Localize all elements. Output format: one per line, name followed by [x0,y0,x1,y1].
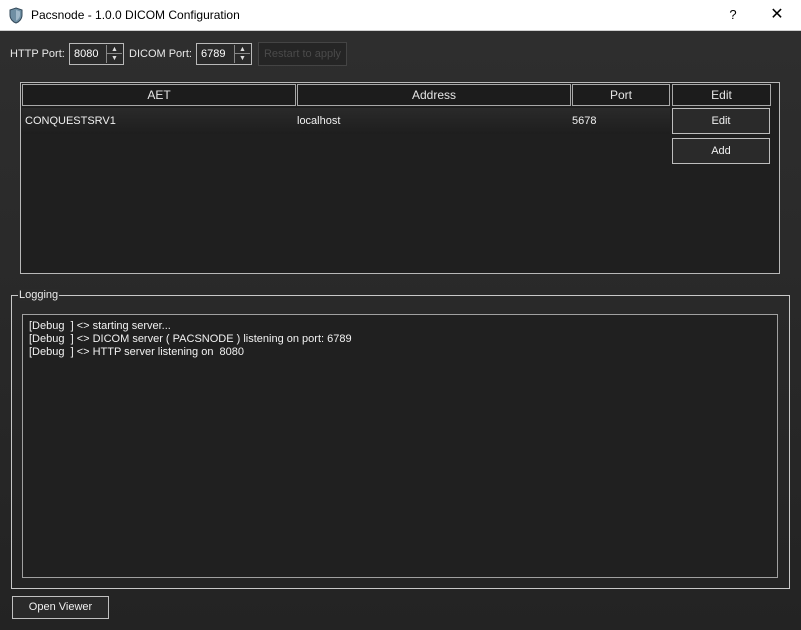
edit-node-button[interactable]: Edit [672,108,770,134]
open-viewer-button[interactable]: Open Viewer [12,596,109,619]
column-header-address[interactable]: Address [297,84,571,106]
dicom-port-stepper[interactable]: ▲ ▼ [234,45,250,63]
http-port-label: HTTP Port: [10,48,65,60]
add-node-button[interactable]: Add [672,138,770,164]
http-port-spinbox[interactable]: 8080 ▲ ▼ [69,43,124,65]
log-line: [Debug ] <> starting server... [29,320,171,332]
log-line: [Debug ] <> HTTP server listening on 808… [29,346,245,358]
logging-group-title: Logging [18,289,60,301]
close-button[interactable]: ✕ [765,5,789,25]
title-bar: Pacsnode - 1.0.0 DICOM Configuration ? ✕ [0,0,801,31]
column-header-edit[interactable]: Edit [672,84,771,106]
port-cell: 5678 [572,115,597,127]
address-cell: localhost [297,115,341,127]
column-header-port[interactable]: Port [572,84,670,106]
spin-down-icon[interactable]: ▼ [235,54,250,63]
table-row[interactable]: CONQUESTSRV1 localhost 5678 [22,108,670,134]
dicom-port-label: DICOM Port: [129,48,192,60]
log-line: [Debug ] <> DICOM server ( PACSNODE ) li… [29,333,352,345]
aet-cell: CONQUESTSRV1 [25,115,116,127]
http-port-value[interactable]: 8080 [74,48,98,60]
spin-up-icon[interactable]: ▲ [107,45,122,54]
dicom-nodes-table: AET Address Port Edit CONQUESTSRV1 local… [20,82,780,274]
shield-logo-icon [9,7,23,24]
help-button[interactable]: ? [722,5,744,25]
log-output[interactable]: [Debug ] <> starting server... [Debug ] … [22,314,778,578]
restart-to-apply-button[interactable]: Restart to apply [258,42,347,66]
column-header-aet[interactable]: AET [22,84,296,106]
spin-up-icon[interactable]: ▲ [235,45,250,54]
dicom-port-value[interactable]: 6789 [201,48,225,60]
main-panel: HTTP Port: 8080 ▲ ▼ DICOM Port: 6789 ▲ ▼… [0,31,801,630]
dicom-port-spinbox[interactable]: 6789 ▲ ▼ [196,43,252,65]
http-port-stepper[interactable]: ▲ ▼ [106,45,122,63]
window-title: Pacsnode - 1.0.0 DICOM Configuration [31,8,240,22]
spin-down-icon[interactable]: ▼ [107,54,122,63]
